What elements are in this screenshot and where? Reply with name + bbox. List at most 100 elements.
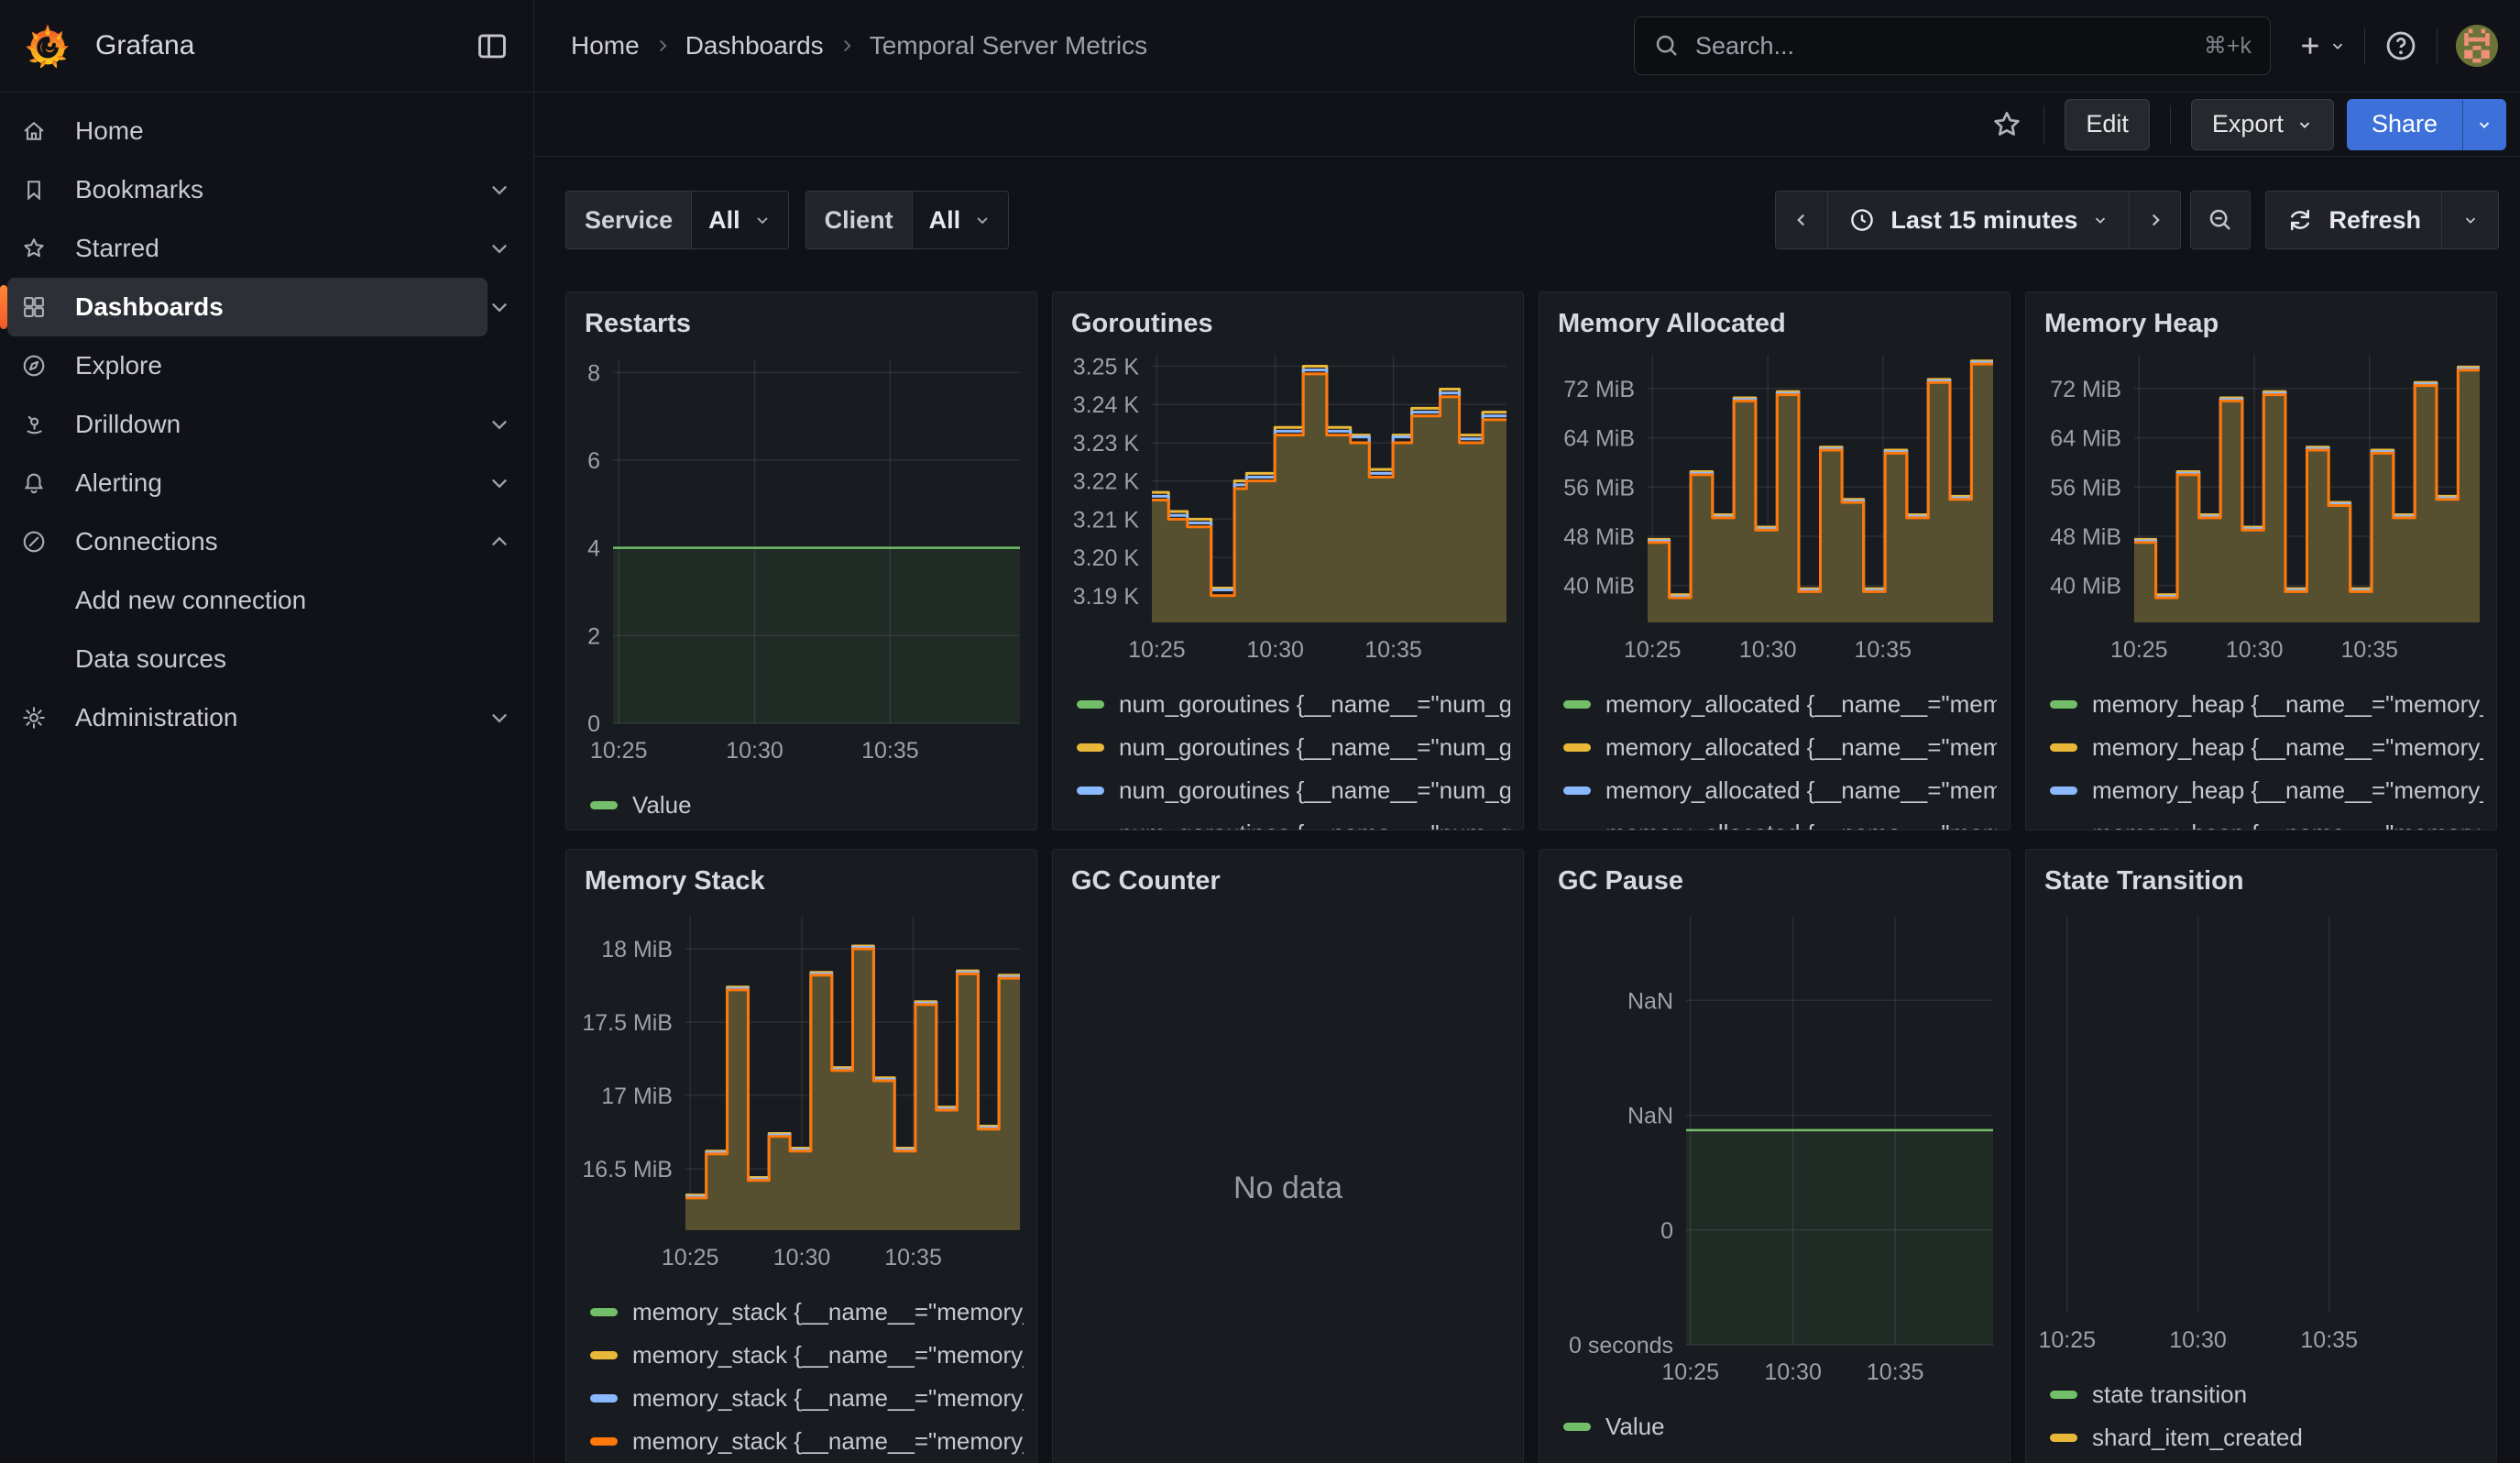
breadcrumb-home[interactable]: Home (571, 31, 640, 60)
sidebar-item-starred[interactable]: Starred (0, 219, 533, 278)
legend-item[interactable]: memory_allocated {__name__="memory_alloc… (1552, 812, 1997, 830)
active-accent-bar (0, 285, 7, 329)
legend-item[interactable]: memory_stack {__name__="memory_stack", (579, 1334, 1024, 1377)
panel-title[interactable]: Restarts (566, 303, 1036, 352)
time-series-chart[interactable]: 0 seconds0NaNNaN10:2510:3010:35 (1552, 909, 1997, 1400)
chevron-down-icon[interactable] (488, 706, 511, 730)
svg-text:40 MiB: 40 MiB (1563, 574, 1635, 600)
legend-color-swatch (2050, 743, 2077, 752)
sidebar-item-drilldown[interactable]: Drilldown (0, 395, 533, 454)
legend-label: shard_item_created (2092, 1424, 2303, 1452)
time-shift-back-button[interactable] (1776, 192, 1827, 248)
sidebar-collapse-icon[interactable] (475, 28, 509, 63)
edit-button[interactable]: Edit (2065, 99, 2150, 150)
svg-text:10:35: 10:35 (1867, 1359, 1924, 1385)
sidebar-item-bookmarks[interactable]: Bookmarks (0, 160, 533, 219)
svg-text:10:30: 10:30 (2226, 637, 2284, 663)
panel-gc-counter: GC CounterNo data (1052, 849, 1524, 1463)
chevron-down-icon[interactable] (488, 178, 511, 202)
grafana-logo-icon[interactable] (24, 22, 71, 70)
sidebar-item-label: Dashboards (75, 292, 224, 322)
chevron-down-icon[interactable] (488, 412, 511, 436)
legend-label: memory_allocated {__name__="memory_alloc… (1605, 776, 1997, 805)
legend-item[interactable]: shard_item_created (2039, 1416, 2483, 1459)
svg-text:10:25: 10:25 (662, 1245, 719, 1270)
time-series-chart[interactable]: 3.19 K3.20 K3.21 K3.22 K3.23 K3.24 K3.25… (1066, 347, 1510, 677)
time-series-chart[interactable]: 40 MiB48 MiB56 MiB64 MiB72 MiB10:2510:30… (1552, 347, 1997, 677)
sidebar-item-add-new-connection[interactable]: Add new connection (0, 571, 533, 630)
compass-icon (20, 353, 48, 379)
legend-item[interactable]: memory_stack {__name__="memory_stack", (579, 1291, 1024, 1334)
client-filter[interactable]: Client All (805, 191, 1010, 249)
bookmark-icon (20, 177, 48, 203)
panel-title[interactable]: Goroutines (1053, 303, 1523, 347)
add-new-button[interactable] (2296, 32, 2346, 60)
chevron-down-icon[interactable] (488, 236, 511, 260)
chevron-up-icon[interactable] (488, 530, 511, 554)
legend-item[interactable]: num_goroutines {__name__="num_goroutines… (1066, 812, 1510, 830)
legend-label: Value (1605, 1413, 1665, 1441)
legend-color-swatch (1077, 743, 1104, 752)
panel-title[interactable]: State Transition (2026, 861, 2496, 909)
sidebar-item-explore[interactable]: Explore (0, 336, 533, 395)
panel-title[interactable]: Memory Allocated (1539, 303, 2010, 347)
svg-text:10:35: 10:35 (2340, 637, 2398, 663)
time-series-chart[interactable]: 10:2510:3010:35 (2039, 909, 2483, 1368)
legend-item[interactable]: Value (1552, 1405, 1997, 1448)
sidebar-item-label: Explore (75, 351, 162, 380)
legend-item[interactable]: memory_heap {__name__="memory_heap", cli… (2039, 769, 2483, 812)
export-button[interactable]: Export (2191, 99, 2334, 150)
time-series-chart[interactable]: 40 MiB48 MiB56 MiB64 MiB72 MiB10:2510:30… (2039, 347, 2483, 677)
dashboard-actions-bar: Edit Export Share (534, 93, 2520, 157)
legend-item[interactable]: state transition (2039, 1373, 2483, 1416)
chart-legend: num_goroutines {__name__="num_goroutines… (1066, 683, 1510, 830)
refresh-interval-chevron[interactable] (2441, 192, 2498, 248)
search-input[interactable]: Search... ⌘+k (1634, 16, 2271, 75)
legend-item[interactable]: num_goroutines {__name__="num_goroutines… (1066, 683, 1510, 726)
legend-item[interactable]: memory_allocated {__name__="memory_alloc… (1552, 769, 1997, 812)
time-series-chart[interactable]: 16.5 MiB17 MiB17.5 MiB18 MiB10:2510:3010… (579, 909, 1024, 1285)
svg-text:10:30: 10:30 (2169, 1327, 2227, 1353)
user-avatar[interactable] (2456, 25, 2498, 67)
legend-item[interactable]: memory_allocated {__name__="memory_alloc… (1552, 683, 1997, 726)
time-series-chart[interactable]: 0246810:2510:3010:35 (579, 352, 1024, 778)
legend-item[interactable]: num_goroutines {__name__="num_goroutines… (1066, 726, 1510, 769)
sidebar-item-data-sources[interactable]: Data sources (0, 630, 533, 688)
legend-item[interactable]: memory_heap {__name__="memory_heap", cli… (2039, 683, 2483, 726)
sidebar-item-home[interactable]: Home (0, 102, 533, 160)
legend-color-swatch (590, 801, 618, 809)
breadcrumb-dashboards[interactable]: Dashboards (685, 31, 824, 60)
legend-item[interactable]: memory_allocated {__name__="memory_alloc… (1552, 726, 1997, 769)
zoom-out-button[interactable] (2190, 191, 2251, 249)
panel-title[interactable]: Memory Heap (2026, 303, 2496, 347)
legend-item[interactable]: memory_heap {__name__="memory_heap", cli… (2039, 812, 2483, 830)
chevron-down-icon[interactable] (488, 295, 511, 319)
legend-item[interactable]: memory_stack {__name__="memory_stack", (579, 1420, 1024, 1463)
svg-text:0: 0 (587, 711, 600, 737)
panel-title[interactable]: Memory Stack (566, 861, 1036, 909)
legend-item[interactable]: memory_stack {__name__="memory_stack", (579, 1377, 1024, 1420)
legend-item[interactable]: num_goroutines {__name__="num_goroutines… (1066, 769, 1510, 812)
share-button[interactable]: Share (2347, 99, 2462, 150)
help-button[interactable] (2383, 28, 2418, 63)
chevron-down-icon (2329, 38, 2346, 54)
time-range-picker[interactable]: Last 15 minutes (1827, 192, 2129, 248)
favorite-star-icon[interactable] (1990, 108, 2023, 141)
refresh-button[interactable]: Refresh (2266, 192, 2441, 248)
chevron-down-icon[interactable] (488, 471, 511, 495)
share-options-chevron[interactable] (2462, 99, 2506, 150)
sidebar-item-label: Administration (75, 703, 237, 732)
gear-icon (20, 705, 48, 731)
panel-title[interactable]: GC Pause (1539, 861, 2010, 909)
sidebar-item-alerting[interactable]: Alerting (0, 454, 533, 512)
sidebar-item-dashboards[interactable]: Dashboards (0, 278, 533, 336)
time-shift-forward-button[interactable] (2129, 192, 2180, 248)
legend-item[interactable]: memory_heap {__name__="memory_heap", cli… (2039, 726, 2483, 769)
service-filter[interactable]: Service All (565, 191, 789, 249)
sidebar-item-administration[interactable]: Administration (0, 688, 533, 747)
svg-text:10:35: 10:35 (884, 1245, 942, 1270)
legend-color-swatch (2050, 1391, 2077, 1399)
legend-item[interactable]: Value (579, 784, 1024, 827)
breadcrumb: Home Dashboards Temporal Server Metrics (571, 31, 1147, 60)
sidebar-item-connections[interactable]: Connections (0, 512, 533, 571)
